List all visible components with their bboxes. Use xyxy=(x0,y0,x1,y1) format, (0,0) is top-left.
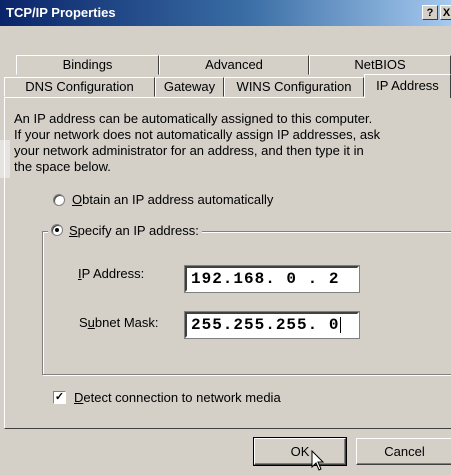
tab-dns-configuration[interactable]: DNS Configuration xyxy=(4,77,155,97)
tab-advanced[interactable]: Advanced xyxy=(159,55,309,75)
ok-button[interactable]: OK xyxy=(253,437,347,466)
window-title: TCP/IP Properties xyxy=(6,5,116,20)
tab-netbios[interactable]: NetBIOS xyxy=(309,55,451,75)
mouse-pointer-icon xyxy=(311,450,325,471)
tab-panel xyxy=(4,97,451,429)
radio-selected-dot xyxy=(55,228,59,232)
tab-bindings[interactable]: Bindings xyxy=(16,55,159,75)
tab-wins-configuration[interactable]: WINS Configuration xyxy=(224,77,364,97)
help-button[interactable]: ? xyxy=(422,5,438,20)
specify-ip-radio[interactable] xyxy=(51,224,63,236)
tab-gateway[interactable]: Gateway xyxy=(155,77,224,97)
close-button[interactable]: X xyxy=(440,5,451,20)
cancel-button[interactable]: Cancel xyxy=(356,438,451,465)
tab-ip-address[interactable]: IP Address xyxy=(364,74,451,98)
title-bar: TCP/IP Properties ? X xyxy=(0,0,451,26)
specify-ip-legend[interactable]: Specify an IP address: xyxy=(48,222,202,240)
